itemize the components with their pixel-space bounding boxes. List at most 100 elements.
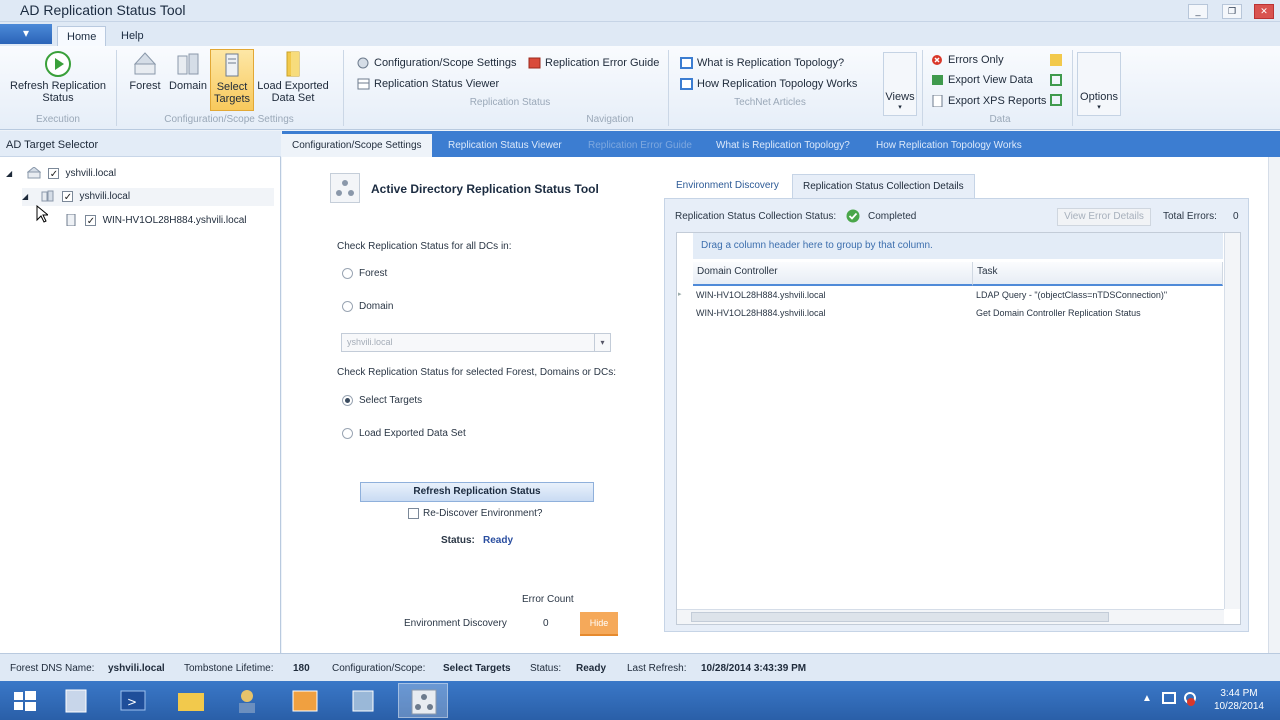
maximize-button[interactable]: ❐ (1222, 4, 1242, 19)
forest-label: Forest (129, 80, 161, 92)
collapse-arrow-icon[interactable]: ◢ (6, 169, 12, 178)
main-scrollbar[interactable] (1268, 157, 1280, 653)
rediscover-label: Re-Discover Environment? (423, 508, 543, 520)
select-targets-radio[interactable]: Select Targets (342, 395, 422, 406)
rediscover-checkbox[interactable]: Re-Discover Environment? (408, 508, 543, 519)
load-label-2: Data Set (271, 92, 315, 104)
radio-circle[interactable] (342, 301, 353, 312)
forest-button[interactable]: Forest (127, 50, 163, 92)
tab-help[interactable]: Help (112, 26, 153, 46)
load-exported-data-set-button[interactable]: Load Exported Data Set (256, 50, 330, 104)
main-tab-bar: Configuration/Scope Settings Replication… (282, 131, 1280, 157)
file-explorer-icon[interactable] (166, 683, 216, 718)
tab-collection-details[interactable]: Replication Status Collection Details (792, 174, 975, 198)
forest-icon (26, 166, 42, 179)
nav-status-viewer-button[interactable]: Replication Status Viewer (356, 75, 499, 93)
group-technet-label: TechNet Articles (734, 97, 806, 108)
grid-vertical-scrollbar[interactable] (1224, 233, 1240, 609)
domain-select[interactable]: yshvili.local ▾ (341, 333, 611, 352)
tab-how-topology-works[interactable]: How Replication Topology Works (866, 134, 1032, 157)
powershell-icon[interactable]: > (108, 683, 158, 718)
tray-arrow-icon[interactable]: ▲ (1142, 693, 1152, 704)
tree-checkbox[interactable] (47, 166, 59, 184)
hide-button[interactable]: Hide (580, 612, 618, 636)
nav-config-scope-button[interactable]: Configuration/Scope Settings (356, 54, 516, 72)
tree-checkbox[interactable] (61, 189, 73, 207)
column-header-task[interactable]: Task (973, 262, 1223, 286)
total-errors-value: 0 (1233, 211, 1239, 222)
select-targets-button[interactable]: Select Targets (210, 49, 254, 111)
ribbon-separator (1072, 50, 1073, 126)
tree-item-domain[interactable]: ◢ yshvili.local (22, 188, 274, 207)
export-view-data-button[interactable]: Export View Data (930, 71, 1033, 89)
scrollbar-thumb[interactable] (691, 612, 1109, 622)
table-row-0-dc[interactable]: WIN-HV1OL28H884.yshvili.local (696, 286, 826, 304)
checkbox-box[interactable] (408, 508, 419, 519)
export-green-arrow-icon[interactable] (1050, 94, 1062, 106)
ribbon-separator (668, 50, 669, 126)
group-by-area[interactable]: Drag a column header here to group by th… (693, 233, 1223, 259)
refresh-replication-status-button[interactable]: Refresh Replication Status (8, 50, 108, 104)
ad-replication-tool-taskbar-icon[interactable] (398, 683, 448, 718)
load-exported-radio[interactable]: Load Exported Data Set (342, 428, 466, 439)
view-error-details-button[interactable]: View Error Details (1057, 208, 1151, 226)
refresh-replication-status-main-button[interactable]: Refresh Replication Status (360, 482, 594, 502)
export-arrow-icon[interactable] (1050, 74, 1062, 86)
options-button[interactable]: Options ▾ (1077, 52, 1121, 116)
tab-error-guide[interactable]: Replication Error Guide (578, 134, 702, 157)
tree-checkbox[interactable] (84, 213, 96, 231)
tree-item-forest[interactable]: ◢ yshvili.local (6, 165, 116, 184)
error-tray-icon[interactable] (1187, 698, 1195, 706)
how-topology-works-link[interactable]: How Replication Topology Works (679, 75, 857, 93)
last-refresh-label: Last Refresh: (627, 663, 687, 674)
column-header-domain-controller[interactable]: Domain Controller (693, 262, 973, 286)
table-row-0-task[interactable]: LDAP Query - "(objectClass=nTDSConnectio… (976, 286, 1167, 304)
grid-horizontal-scrollbar[interactable] (677, 609, 1224, 624)
load-exported-radio-label: Load Exported Data Set (359, 428, 466, 440)
table-row-1-task[interactable]: Get Domain Controller Replication Status (976, 304, 1141, 322)
tab-what-is-topology[interactable]: What is Replication Topology? (706, 134, 860, 157)
table-row-1-dc[interactable]: WIN-HV1OL28H884.yshvili.local (696, 304, 826, 322)
notepad-icon[interactable] (338, 683, 388, 718)
forest-radio-label: Forest (359, 268, 388, 280)
errors-only-button[interactable]: Errors Only (930, 51, 1004, 69)
nav-error-guide-button[interactable]: Replication Error Guide (527, 54, 659, 72)
config-title: Active Directory Replication Status Tool (371, 182, 599, 196)
check-icon (846, 209, 860, 226)
radio-circle[interactable] (342, 268, 353, 279)
sites-icon[interactable] (280, 683, 330, 718)
env-discovery-count: 0 (543, 618, 549, 629)
tab-environment-discovery[interactable]: Environment Discovery (666, 174, 789, 198)
tab-config-scope[interactable]: Configuration/Scope Settings (282, 134, 432, 157)
domain-radio[interactable]: Domain (342, 301, 393, 312)
minimize-button[interactable]: _ (1188, 4, 1208, 19)
ribbon-tab-row: ▾ Home Help (0, 22, 1280, 46)
collapse-arrow-icon[interactable]: ◢ (22, 192, 28, 201)
tab-home[interactable]: Home (57, 26, 107, 46)
close-button[interactable]: ✕ (1254, 4, 1274, 19)
chevron-down-icon[interactable]: ▾ (594, 334, 610, 351)
domain-select-value: yshvili.local (347, 337, 393, 347)
error-icon (931, 54, 944, 66)
tree-item-dc[interactable]: WIN-HV1OL28H884.yshvili.local (64, 212, 247, 231)
what-is-topology-label: What is Replication Topology? (697, 57, 845, 69)
network-icon[interactable] (1162, 692, 1176, 704)
export-xps-reports-button[interactable]: Export XPS Reports (930, 92, 1046, 110)
collection-status-label: Replication Status Collection Status: (675, 211, 837, 222)
users-icon[interactable] (222, 683, 272, 718)
what-is-topology-link[interactable]: What is Replication Topology? (679, 54, 844, 72)
windows-logo-icon (14, 691, 36, 711)
radio-circle[interactable] (342, 395, 353, 406)
server-manager-icon[interactable] (52, 683, 102, 718)
start-button[interactable] (0, 683, 50, 718)
forest-radio[interactable]: Forest (342, 268, 387, 279)
collection-status-value: Completed (868, 211, 917, 222)
views-button[interactable]: Views ▾ (883, 52, 917, 116)
filter-icon[interactable] (1050, 54, 1062, 66)
taskbar-clock[interactable]: 3:44 PM 10/28/2014 (1214, 687, 1264, 713)
domain-button[interactable]: Domain (167, 50, 209, 92)
radio-circle[interactable] (342, 428, 353, 439)
application-menu-button[interactable]: ▾ (0, 24, 52, 44)
dropdown-arrow-icon: ▾ (898, 104, 902, 111)
tab-status-viewer[interactable]: Replication Status Viewer (438, 134, 572, 157)
